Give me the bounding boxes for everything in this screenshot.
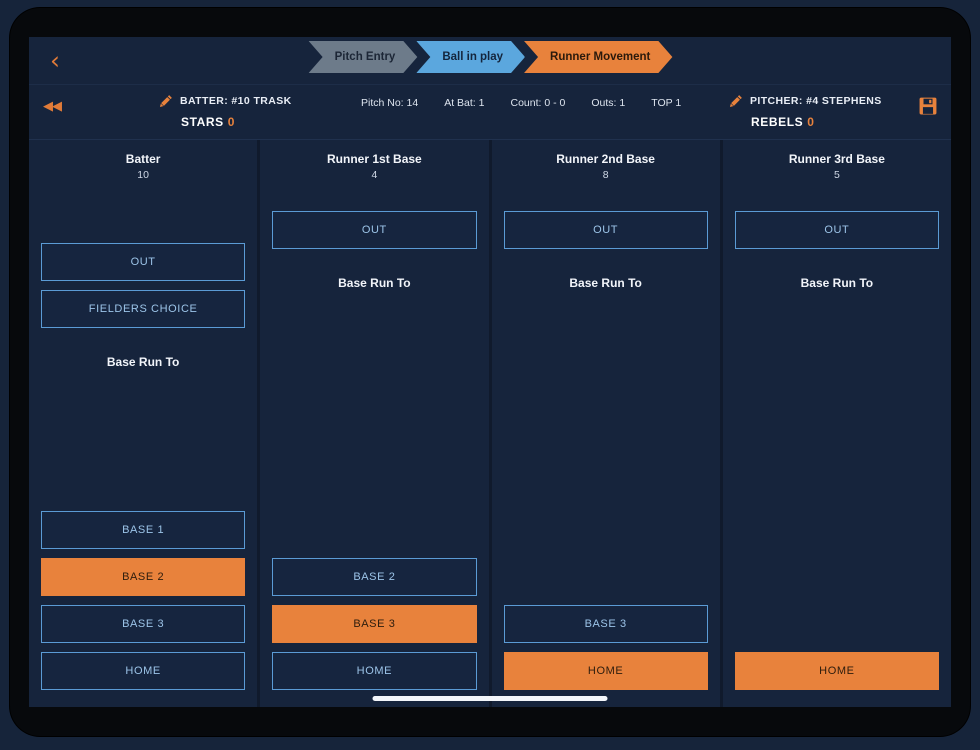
batter-info: BATTER: #10 TRASK STARS 0 [159, 91, 292, 129]
breadcrumb-step-2[interactable]: Ball in play [416, 41, 525, 73]
base-button-home[interactable]: HOME [41, 652, 246, 690]
action-button-out[interactable]: OUT [503, 211, 708, 249]
pencil-icon[interactable] [729, 94, 743, 108]
home-indicator [372, 696, 608, 701]
column-title: Runner 3rd Base [788, 152, 885, 166]
base-button-base-3[interactable]: BASE 3 [503, 605, 708, 643]
runner-movement-columns: Batter 10 OUT FIELDERS CHOICE Base Run To BAS… [29, 140, 951, 707]
top-navigation-bar: ‹ Pitch Entry Ball in play Runner Movement [29, 37, 951, 85]
runner-column-4: Runner 3rd Base 5 OUT Base Run To HOME [722, 140, 951, 707]
runner-column-2: Runner 1st Base 4 OUT Base Run To BASE 2 BASE… [260, 140, 489, 707]
stat-at-bat: At Bat: 1 [444, 97, 485, 109]
action-button-out[interactable]: OUT [41, 243, 246, 281]
breadcrumb-step-label: Pitch Entry [334, 51, 396, 63]
base-run-to-label: Base Run To [338, 276, 411, 290]
batter-team-score-value: 0 [227, 115, 236, 129]
stat-inning: TOP 1 [651, 97, 682, 109]
base-buttons-group: BASE 3 HOME [503, 605, 708, 707]
save-icon [919, 97, 937, 115]
base-button-home[interactable]: HOME [503, 652, 708, 690]
column-actions: OUT [734, 211, 939, 258]
base-button-base-3[interactable]: BASE 3 [272, 605, 477, 643]
rewind-icon: ◀◀ [43, 99, 62, 114]
base-button-home[interactable]: HOME [734, 652, 939, 690]
column-actions: OUT FIELDERS CHOICE [41, 243, 246, 337]
tablet-frame: ‹ Pitch Entry Ball in play Runner Movement… [10, 8, 970, 736]
batter-team-name: STARS [181, 115, 224, 129]
action-button-out[interactable]: OUT [734, 211, 939, 249]
base-button-home[interactable]: HOME [272, 652, 477, 690]
batter-team-score: STARS 0 [159, 115, 292, 129]
chevron-left-icon: ‹ [50, 45, 60, 75]
pencil-icon[interactable] [159, 94, 173, 108]
column-title: Runner 2nd Base [556, 152, 655, 166]
breadcrumb-step-label: Runner Movement [550, 51, 651, 63]
column-player-number: 4 [371, 169, 378, 181]
column-actions: OUT [503, 211, 708, 258]
runner-column-3: Runner 2nd Base 8 OUT Base Run To BASE 3 HOME [491, 140, 720, 707]
pitch-stats: Pitch No: 14 At Bat: 1 Count: 0 - 0 Outs… [361, 97, 681, 109]
column-title: Batter [125, 152, 161, 166]
base-run-to-label: Base Run To [800, 276, 874, 290]
base-button-base-2[interactable]: BASE 2 [41, 558, 246, 596]
breadcrumb-step-1[interactable]: Pitch Entry [309, 41, 418, 73]
batter-label: BATTER: #10 TRASK [180, 95, 292, 107]
column-player-number: 10 [137, 169, 149, 181]
base-run-to-label: Base Run To [569, 276, 642, 290]
pitcher-info: PITCHER: #4 STEPHENS REBELS 0 [729, 91, 882, 129]
column-actions: OUT [272, 211, 477, 258]
breadcrumb-step-3[interactable]: Runner Movement [524, 41, 672, 73]
pitcher-label: PITCHER: #4 STEPHENS [750, 95, 882, 107]
breadcrumb: Pitch Entry Ball in play Runner Movement [309, 41, 672, 73]
stat-count: Count: 0 - 0 [510, 97, 566, 109]
base-buttons-group: BASE 2 BASE 3 HOME [272, 558, 477, 707]
stat-outs: Outs: 1 [591, 97, 626, 109]
base-button-base-3[interactable]: BASE 3 [41, 605, 246, 643]
pitcher-team-score: REBELS 0 [729, 115, 882, 129]
column-player-number: 8 [602, 169, 609, 181]
base-buttons-group: HOME [734, 652, 939, 707]
pitcher-team-name: REBELS [751, 115, 804, 129]
rewind-button[interactable]: ◀◀ [43, 99, 62, 114]
back-button[interactable]: ‹ [37, 41, 73, 79]
save-button[interactable] [919, 97, 937, 115]
breadcrumb-step-label: Ball in play [442, 51, 504, 63]
action-button-fielders-choice[interactable]: FIELDERS CHOICE [41, 290, 246, 328]
column-player-number: 5 [833, 169, 840, 181]
app-screen: ‹ Pitch Entry Ball in play Runner Movement… [29, 37, 951, 707]
runner-column-1: Batter 10 OUT FIELDERS CHOICE Base Run To BAS… [29, 140, 258, 707]
base-button-base-2[interactable]: BASE 2 [272, 558, 477, 596]
pitcher-team-score-value: 0 [807, 115, 815, 129]
stat-pitch-no: Pitch No: 14 [361, 97, 419, 109]
base-button-base-1[interactable]: BASE 1 [41, 511, 246, 549]
base-run-to-label: Base Run To [106, 355, 180, 369]
column-title: Runner 1st Base [327, 152, 422, 166]
action-button-out[interactable]: OUT [272, 211, 477, 249]
base-buttons-group: BASE 1 BASE 2 BASE 3 HOME [41, 511, 246, 707]
game-info-bar: ◀◀ BATTER: #10 TRASK STARS 0 Pitch No: 1… [29, 85, 951, 140]
